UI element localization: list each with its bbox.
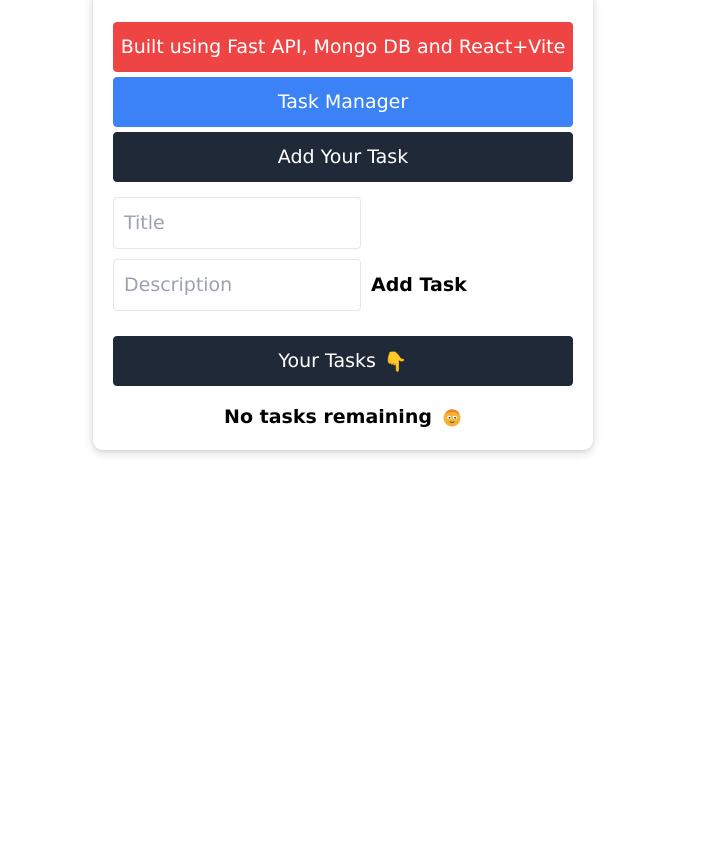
- add-task-heading: Add Your Task: [113, 132, 573, 182]
- tech-stack-text: Built using Fast API, Mongo DB and React…: [120, 36, 566, 58]
- your-tasks-heading: Your Tasks 👇: [113, 336, 573, 386]
- your-tasks-heading-text: Your Tasks: [278, 350, 376, 372]
- app-title: Task Manager: [277, 91, 409, 113]
- pointing-down-icon: 👇: [383, 350, 408, 373]
- relieved-face-icon: [442, 407, 462, 427]
- add-task-heading-text: Add Your Task: [277, 146, 409, 168]
- empty-tasks-text: No tasks remaining: [224, 406, 432, 428]
- title-input[interactable]: [113, 197, 361, 249]
- empty-tasks-status: No tasks remaining: [93, 400, 593, 434]
- tech-stack-banner: Built using Fast API, Mongo DB and React…: [113, 22, 573, 72]
- app-title-banner: Task Manager: [113, 77, 573, 127]
- add-task-button[interactable]: Add Task: [371, 259, 467, 311]
- description-input[interactable]: [113, 259, 361, 311]
